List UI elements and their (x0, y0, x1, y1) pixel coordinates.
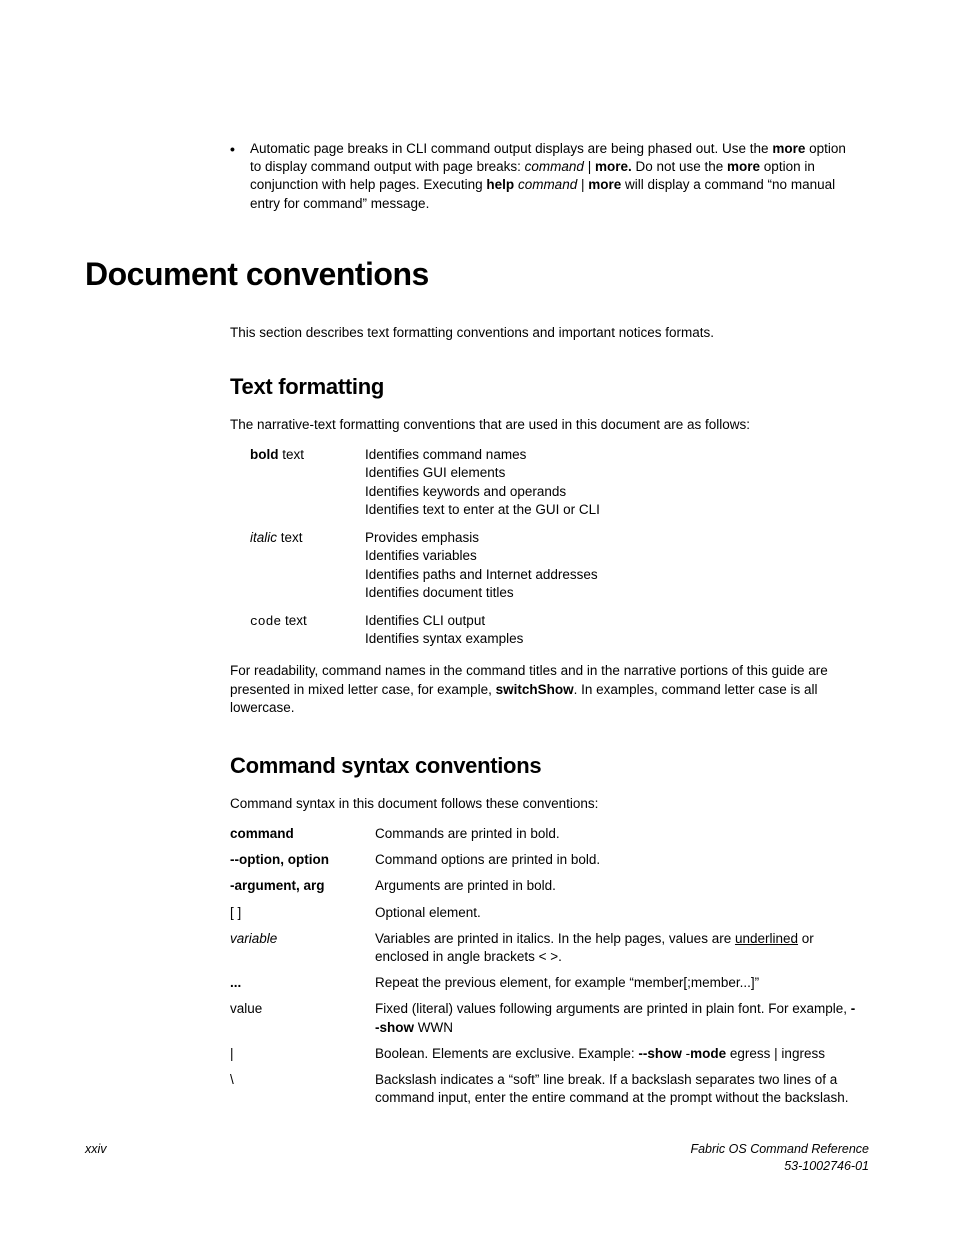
term-bold: bold text (250, 446, 365, 519)
desc: Identifies CLI output Identifies syntax … (365, 612, 869, 648)
bullet-item: • Automatic page breaks in CLI command o… (230, 140, 859, 213)
table-row: \ Backslash indicates a “soft” line brea… (230, 1071, 869, 1107)
table-row: bold text Identifies command names Ident… (250, 446, 869, 519)
term-pipe: | (230, 1045, 375, 1063)
desc: Commands are printed in bold. (375, 825, 869, 843)
intro-paragraph: This section describes text formatting c… (230, 324, 869, 342)
table-row: code text Identifies CLI output Identifi… (250, 612, 869, 648)
desc: Backslash indicates a “soft” line break.… (375, 1071, 869, 1107)
table-row: ... Repeat the previous element, for exa… (230, 974, 869, 992)
table-row: italic text Provides emphasis Identifies… (250, 529, 869, 602)
text-formatting-table: bold text Identifies command names Ident… (250, 446, 869, 648)
table-row: [ ] Optional element. (230, 904, 869, 922)
desc: Fixed (literal) values following argumen… (375, 1000, 869, 1036)
desc: Variables are printed in italics. In the… (375, 930, 869, 966)
table-row: value Fixed (literal) values following a… (230, 1000, 869, 1036)
term-ellipsis: ... (230, 974, 375, 992)
desc: Identifies command names Identifies GUI … (365, 446, 869, 519)
footer-right: Fabric OS Command Reference 53-1002746-0… (690, 1141, 869, 1175)
term-argument: -argument, arg (230, 877, 375, 895)
term-backslash: \ (230, 1071, 375, 1107)
desc: Provides emphasis Identifies variables I… (365, 529, 869, 602)
desc: Optional element. (375, 904, 869, 922)
tf-outro: For readability, command names in the co… (230, 662, 859, 717)
page-footer: xxiv Fabric OS Command Reference 53-1002… (85, 1141, 869, 1175)
syntax-conventions-table: command Commands are printed in bold. --… (230, 825, 869, 1108)
bullet-icon: • (230, 140, 235, 159)
table-row: | Boolean. Elements are exclusive. Examp… (230, 1045, 869, 1063)
desc: Command options are printed in bold. (375, 851, 869, 869)
table-row: -argument, arg Arguments are printed in … (230, 877, 869, 895)
heading-document-conventions: Document conventions (85, 253, 869, 296)
heading-command-syntax: Command syntax conventions (230, 751, 869, 781)
tf-intro: The narrative-text formatting convention… (230, 416, 859, 434)
term-command: command (230, 825, 375, 843)
bullet-text: Automatic page breaks in CLI command out… (250, 141, 846, 211)
table-row: variable Variables are printed in italic… (230, 930, 869, 966)
term-value: value (230, 1000, 375, 1036)
desc: Arguments are printed in bold. (375, 877, 869, 895)
term-brackets: [ ] (230, 904, 375, 922)
sc-intro: Command syntax in this document follows … (230, 795, 859, 813)
desc: Repeat the previous element, for example… (375, 974, 869, 992)
term-option: --option, option (230, 851, 375, 869)
table-row: command Commands are printed in bold. (230, 825, 869, 843)
term-italic: italic text (250, 529, 365, 602)
desc: Boolean. Elements are exclusive. Example… (375, 1045, 869, 1063)
term-code: code text (250, 612, 365, 648)
table-row: --option, option Command options are pri… (230, 851, 869, 869)
heading-text-formatting: Text formatting (230, 372, 869, 402)
page-number: xxiv (85, 1141, 107, 1175)
term-variable: variable (230, 930, 375, 966)
